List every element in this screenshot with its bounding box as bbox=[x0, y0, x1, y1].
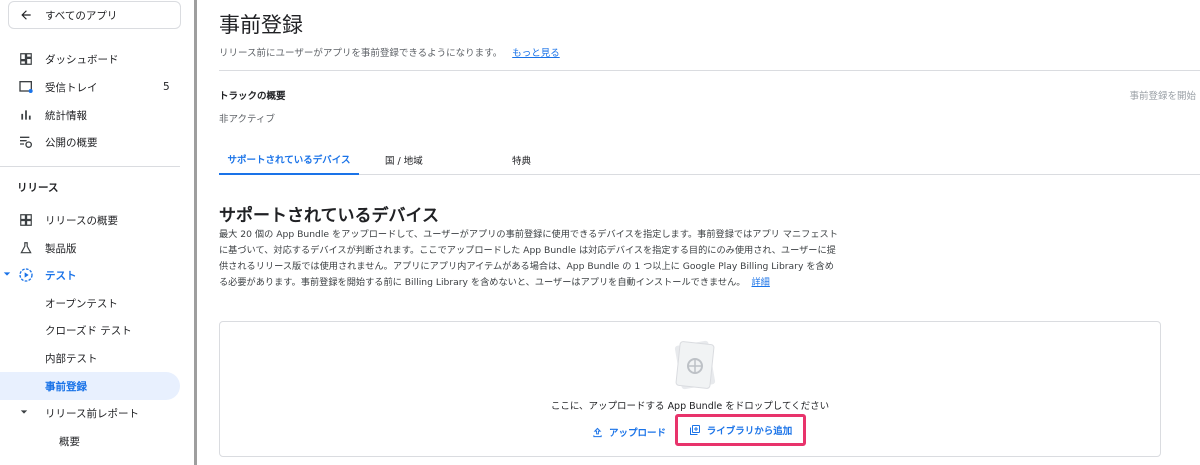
page-subtitle: リリース前にユーザーがアプリを事前登録できるようになります。 もっと見る bbox=[219, 45, 560, 59]
production-icon bbox=[17, 239, 35, 257]
back-to-all-apps-button[interactable]: すべてのアプリ bbox=[8, 1, 181, 29]
add-from-library-button[interactable]: ライブラリから追加 bbox=[675, 414, 806, 446]
sidebar-item-label: オープンテスト bbox=[45, 297, 118, 310]
sidebar-item-publishing-overview[interactable]: 公開の概要 bbox=[0, 128, 180, 156]
sidebar-item-dashboard[interactable]: ダッシュボード bbox=[0, 45, 180, 73]
sidebar-item-closed-testing[interactable]: クローズド テスト bbox=[0, 316, 180, 344]
release-overview-icon bbox=[17, 211, 35, 229]
sidebar-item-label: 受信トレイ bbox=[45, 81, 98, 94]
main-content: 事前登録 リリース前にユーザーがアプリを事前登録できるようになります。 もっと見る… bbox=[219, 0, 1200, 465]
arrow-back-icon bbox=[21, 10, 31, 20]
page-subtitle-text: リリース前にユーザーがアプリを事前登録できるようになります。 bbox=[219, 48, 503, 59]
bar-chart-icon bbox=[17, 106, 35, 124]
section-title: サポートされているデバイス bbox=[219, 206, 439, 226]
sidebar-item-pre-registration[interactable]: 事前登録 bbox=[0, 372, 180, 400]
section-description: 最大 20 個の App Bundle をアップロードして、ユーザーがアプリの事… bbox=[219, 227, 839, 291]
sidebar-item-label: 公開の概要 bbox=[45, 136, 98, 149]
tab-rewards[interactable]: 特典 bbox=[512, 145, 531, 175]
header-divider bbox=[219, 70, 1200, 71]
back-label: すべてのアプリ bbox=[45, 9, 118, 22]
description-text: 最大 20 個の App Bundle をアップロードして、ユーザーがアプリの事… bbox=[219, 229, 838, 288]
dashboard-icon bbox=[17, 50, 35, 68]
upload-button[interactable]: アップロード bbox=[592, 425, 666, 439]
tab-countries-regions[interactable]: 国 / 地域 bbox=[385, 145, 423, 175]
sidebar-item-label: 製品版 bbox=[45, 242, 77, 255]
sidebar-item-pre-launch-report[interactable]: リリース前レポート bbox=[0, 399, 180, 427]
sidebar-item-label: 概要 bbox=[59, 435, 80, 448]
learn-more-link[interactable]: もっと見る bbox=[512, 48, 560, 59]
start-pre-registration-button[interactable]: 事前登録を開始 bbox=[1129, 88, 1196, 102]
sidebar-item-release-overview[interactable]: リリースの概要 bbox=[0, 206, 180, 234]
sidebar-item-label: 統計情報 bbox=[45, 109, 87, 122]
sidebar-section-release: リリース bbox=[17, 182, 59, 194]
tab-supported-devices[interactable]: サポートされているデバイス bbox=[219, 145, 359, 175]
sidebar-item-label: テスト bbox=[45, 269, 77, 282]
sidebar-item-open-testing[interactable]: オープンテスト bbox=[0, 289, 180, 317]
page-title: 事前登録 bbox=[219, 13, 303, 37]
sidebar-item-production[interactable]: 製品版 bbox=[0, 234, 180, 262]
upload-label: アップロード bbox=[609, 428, 667, 439]
upload-icon bbox=[593, 427, 602, 437]
app-bundle-dropzone[interactable]: ここに、アップロードする App Bundle をドロップしてください アップロ… bbox=[219, 321, 1161, 457]
tab-bar: サポートされているデバイス 国 / 地域 特典 bbox=[219, 145, 1200, 175]
details-link[interactable]: 詳細 bbox=[752, 277, 770, 288]
dropzone-instruction: ここに、アップロードする App Bundle をドロップしてください bbox=[550, 401, 830, 412]
sidebar-item-label: リリース前レポート bbox=[45, 407, 139, 420]
dropzone-actions: アップロード ライブラリから追加 bbox=[592, 414, 806, 446]
sidebar-border bbox=[194, 0, 197, 465]
app-bundle-illustration-icon bbox=[674, 340, 716, 390]
sidebar-item-label: クローズド テスト bbox=[45, 324, 132, 337]
chevron-down-icon bbox=[20, 407, 28, 419]
sidebar-item-label: 事前登録 bbox=[45, 380, 87, 393]
track-summary-title: トラックの概要 bbox=[219, 91, 286, 102]
sidebar-divider bbox=[0, 166, 180, 167]
library-label: ライブラリから追加 bbox=[706, 426, 793, 437]
track-status: 非アクティブ bbox=[219, 114, 275, 125]
publishing-overview-icon bbox=[17, 133, 35, 151]
sidebar-item-report-overview[interactable]: 概要 bbox=[0, 427, 180, 455]
sidebar-item-testing[interactable]: テスト bbox=[0, 261, 180, 289]
library-add-icon bbox=[689, 425, 700, 435]
chevron-down-icon bbox=[3, 269, 11, 281]
testing-icon bbox=[17, 266, 35, 284]
sidebar-item-label: ダッシュボード bbox=[45, 53, 119, 66]
sidebar-item-internal-testing[interactable]: 内部テスト bbox=[0, 344, 180, 372]
sidebar-item-label: 内部テスト bbox=[45, 352, 98, 365]
sidebar: すべてのアプリ ダッシュボード 受信トレイ 5 統計情報 公開の概要 リリース … bbox=[0, 0, 194, 465]
sidebar-item-inbox[interactable]: 受信トレイ 5 bbox=[0, 73, 180, 101]
sidebar-item-label: リリースの概要 bbox=[45, 214, 118, 227]
sidebar-item-statistics[interactable]: 統計情報 bbox=[0, 101, 180, 129]
inbox-icon bbox=[17, 78, 35, 96]
inbox-count-badge: 5 bbox=[163, 81, 170, 93]
